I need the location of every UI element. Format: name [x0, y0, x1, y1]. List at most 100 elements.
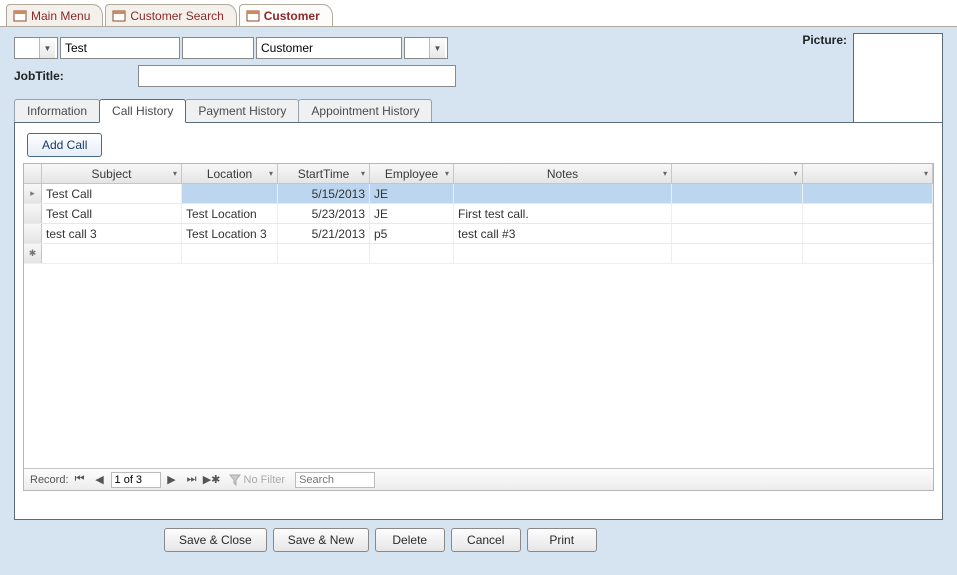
- col-notes[interactable]: Notes ▾: [454, 164, 672, 183]
- customer-form: ▼ ▼ JobTitle: Picture: Information Call …: [0, 26, 957, 575]
- add-call-button[interactable]: Add Call: [27, 133, 102, 157]
- col-location[interactable]: Location ▾: [182, 164, 278, 183]
- select-all-header[interactable]: [24, 164, 42, 183]
- col-label: Employee: [385, 167, 438, 181]
- chevron-down-icon: ▼: [39, 38, 55, 58]
- form-icon: [246, 9, 260, 23]
- chevron-down-icon: ▾: [924, 169, 928, 178]
- cell-extra[interactable]: [672, 224, 803, 243]
- middle-name-input[interactable]: [182, 37, 254, 59]
- grid-search-input[interactable]: [295, 472, 375, 488]
- app-tab-customer[interactable]: Customer: [239, 4, 333, 26]
- tab-payment-history[interactable]: Payment History: [185, 99, 299, 122]
- button-label: Cancel: [467, 533, 504, 547]
- tab-label: Appointment History: [311, 104, 419, 118]
- app-tab-main-menu[interactable]: Main Menu: [6, 4, 103, 26]
- print-button[interactable]: Print: [527, 528, 597, 552]
- suffix-input[interactable]: [405, 39, 429, 57]
- cell-subject[interactable]: test call 3: [42, 224, 182, 243]
- no-filter-indicator: No Filter: [229, 474, 286, 486]
- cell-extra[interactable]: [803, 204, 934, 223]
- tab-label: Call History: [112, 104, 173, 118]
- delete-button[interactable]: Delete: [375, 528, 445, 552]
- row-selector[interactable]: [24, 224, 42, 243]
- table-row[interactable]: Test Call Test Location 5/23/2013 JE Fir…: [24, 204, 933, 224]
- col-label: Subject: [91, 167, 131, 181]
- cell-employee[interactable]: p5: [370, 224, 454, 243]
- col-extra-2[interactable]: ▾: [803, 164, 934, 183]
- app-tab-strip: Main Menu Customer Search Customer: [0, 0, 957, 26]
- cell-employee[interactable]: JE: [370, 184, 454, 203]
- save-close-button[interactable]: Save & Close: [164, 528, 267, 552]
- save-new-button[interactable]: Save & New: [273, 528, 369, 552]
- cell-extra[interactable]: [672, 184, 803, 203]
- table-row[interactable]: test call 3 Test Location 3 5/21/2013 p5…: [24, 224, 933, 244]
- chevron-down-icon: ▾: [663, 169, 667, 178]
- last-name-input[interactable]: [256, 37, 402, 59]
- no-filter-label: No Filter: [244, 474, 286, 486]
- cell-starttime[interactable]: 5/21/2013: [278, 224, 370, 243]
- grid-body: ▸ Test Call 5/15/2013 JE Test Call Test …: [24, 184, 933, 264]
- funnel-icon: [229, 474, 241, 486]
- row-selector[interactable]: [24, 204, 42, 223]
- cell-location[interactable]: [182, 184, 278, 203]
- nav-prev-button[interactable]: ◀: [91, 472, 109, 488]
- cell-starttime[interactable]: 5/15/2013: [278, 184, 370, 203]
- app-tab-label: Customer: [264, 9, 320, 23]
- chevron-down-icon: ▾: [269, 169, 273, 178]
- tab-appointment-history[interactable]: Appointment History: [298, 99, 432, 122]
- cell-employee[interactable]: JE: [370, 204, 454, 223]
- nav-new-button[interactable]: ▶✱: [203, 472, 221, 488]
- cell-extra[interactable]: [803, 184, 934, 203]
- picture-box[interactable]: [853, 33, 943, 123]
- new-row[interactable]: ✱: [24, 244, 933, 264]
- cell-notes[interactable]: First test call.: [454, 204, 672, 223]
- tab-label: Information: [27, 104, 87, 118]
- cell-subject[interactable]: Test Call: [42, 204, 182, 223]
- chevron-down-icon: ▾: [793, 169, 797, 178]
- call-grid: Subject▾ Location▾ StartTime▾ Employee▾ …: [23, 163, 934, 491]
- cell-notes[interactable]: [454, 184, 672, 203]
- col-extra-1[interactable]: ▾: [672, 164, 803, 183]
- cell-extra[interactable]: [803, 224, 934, 243]
- button-label: Save & New: [288, 533, 354, 547]
- cell-starttime[interactable]: 5/23/2013: [278, 204, 370, 223]
- table-row[interactable]: ▸ Test Call 5/15/2013 JE: [24, 184, 933, 204]
- job-title-label: JobTitle:: [14, 69, 136, 83]
- record-navigator: Record: ⏮ ◀ ▶ ⏭ ▶✱ No Filter: [24, 468, 933, 490]
- col-starttime[interactable]: StartTime▾: [278, 164, 370, 183]
- tab-call-history[interactable]: Call History: [99, 99, 186, 123]
- record-position-input[interactable]: [111, 472, 161, 488]
- title-prefix-combo[interactable]: ▼: [14, 37, 58, 59]
- tab-label: Payment History: [198, 104, 286, 118]
- cancel-button[interactable]: Cancel: [451, 528, 521, 552]
- cell-subject[interactable]: Test Call: [42, 184, 182, 203]
- chevron-down-icon: ▾: [445, 169, 449, 178]
- nav-next-button[interactable]: ▶: [163, 472, 181, 488]
- picture-area: Picture:: [802, 33, 943, 123]
- col-label: Notes: [547, 167, 578, 181]
- title-prefix-input[interactable]: [15, 39, 39, 57]
- job-title-input[interactable]: [138, 65, 456, 87]
- row-selector-new[interactable]: ✱: [24, 244, 42, 263]
- record-label: Record:: [30, 474, 69, 486]
- cell-notes[interactable]: test call #3: [454, 224, 672, 243]
- tab-information[interactable]: Information: [14, 99, 100, 122]
- cell-location[interactable]: Test Location: [182, 204, 278, 223]
- first-name-input[interactable]: [60, 37, 180, 59]
- cell-location[interactable]: Test Location 3: [182, 224, 278, 243]
- call-history-panel: Add Call Subject ▾ Location ▾ StartTime▾ E…: [14, 122, 943, 520]
- col-label: Location: [207, 167, 252, 181]
- nav-first-button[interactable]: ⏮: [71, 472, 89, 488]
- app-tab-label: Customer Search: [130, 9, 223, 23]
- cell-extra[interactable]: [672, 204, 803, 223]
- col-employee[interactable]: Employee ▾: [370, 164, 454, 183]
- button-label: Add Call: [42, 138, 87, 152]
- suffix-combo[interactable]: ▼: [404, 37, 448, 59]
- chevron-down-icon: ▾: [173, 169, 177, 178]
- app-tab-customer-search[interactable]: Customer Search: [105, 4, 236, 26]
- nav-last-button[interactable]: ⏭: [183, 472, 201, 488]
- row-selector[interactable]: ▸: [24, 184, 42, 203]
- col-subject[interactable]: Subject ▾: [42, 164, 182, 183]
- picture-label: Picture:: [802, 33, 847, 47]
